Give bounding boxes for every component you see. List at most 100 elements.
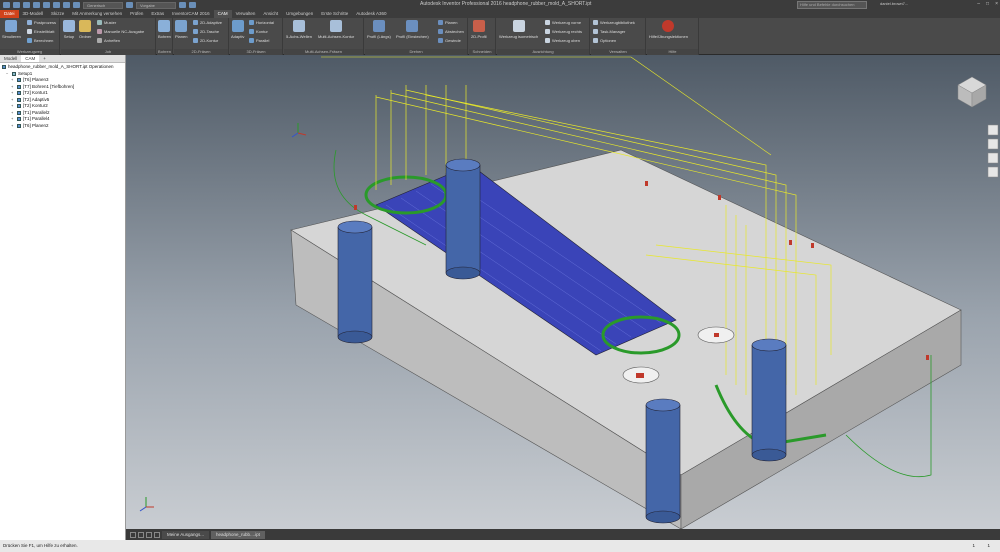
cascade-icon[interactable] (138, 531, 144, 538)
tab-cam[interactable]: CAM (213, 10, 232, 18)
postprozess-button[interactable]: Postprozess (27, 19, 56, 25)
new-file-icon[interactable] (3, 2, 10, 8)
berechnen-button[interactable]: Berechnen (27, 37, 53, 43)
gewinde-button[interactable]: Gewinde (438, 37, 461, 43)
tab-skizze[interactable]: Skizze (47, 10, 68, 18)
2d-profil-button[interactable]: 2D-Profil (471, 20, 487, 39)
facing-icon (175, 20, 188, 32)
window-controls: – □ × (977, 1, 998, 7)
status-text: Drücken Sie F1, um Hilfe zu erhalten. (3, 543, 78, 548)
hilfe-button[interactable]: Hilfe/Übungslektionen (649, 20, 688, 39)
material-dropdown[interactable]: Generisch (83, 1, 123, 9)
post-icon (27, 19, 32, 25)
muster-button[interactable]: Muster (97, 19, 116, 25)
panel-bohren: Bohren Bohren (157, 18, 173, 55)
setup-button[interactable]: Setup (63, 20, 75, 39)
maximize-button[interactable]: □ (986, 1, 989, 7)
werkzeug-isometrisch-button[interactable]: Werkzeug isometrisch (499, 20, 538, 39)
tab-extras[interactable]: Extras (147, 10, 168, 18)
tab-erste-schritte[interactable]: Erste Schritte (317, 10, 352, 18)
werkzeug-oben-button[interactable]: Werkzeug oben (545, 37, 580, 43)
select-icon[interactable] (73, 2, 80, 8)
tab-verwalten[interactable]: Verwalten (232, 10, 260, 18)
partoff-icon (438, 28, 443, 34)
tab-modell[interactable]: Modell (0, 55, 21, 62)
kontur-button[interactable]: Kontur (249, 28, 268, 34)
task-manager-icon (593, 28, 598, 34)
2d-tasche-button[interactable]: 2D-Tasche (193, 28, 219, 34)
doc-tab-home[interactable]: Meine Ausgangs... (162, 530, 210, 539)
redo-icon[interactable] (43, 2, 50, 8)
update-icon[interactable] (63, 2, 70, 8)
tab-ansicht[interactable]: Ansicht (259, 10, 282, 18)
appearance-dropdown[interactable]: Vorgabe (136, 1, 176, 9)
task-manager-button[interactable]: Task-Manager (593, 28, 625, 34)
tab-a360[interactable]: Autodesk A360 (352, 10, 390, 18)
close-button[interactable]: × (995, 1, 998, 7)
manuelle-nc-button[interactable]: Manuelle NC-Ausgabe (97, 28, 144, 34)
profil-laengs-button[interactable]: Profil (Längs) (367, 20, 391, 39)
tab-pruefen[interactable]: Prüfen (126, 10, 147, 18)
cylinder-clamp (645, 398, 681, 524)
optionen-button[interactable]: Optionen (593, 37, 616, 43)
tree-item[interactable]: + [T6] Planen2 (2, 123, 123, 130)
adaptiv-button[interactable]: Adaptiv (231, 20, 244, 39)
navigation-bar (987, 124, 999, 178)
werkzeugbibliothek-button[interactable]: Werkzeugbibliothek (593, 19, 635, 25)
einstellblatt-button[interactable]: Einstellblatt (27, 28, 54, 34)
2d-kontur-button[interactable]: 2D-Kontur (193, 37, 218, 43)
tab-cam-browser[interactable]: CAM (21, 55, 40, 62)
operation-icon (17, 117, 21, 122)
drehen-planen-button[interactable]: Planen (438, 19, 457, 25)
multi-achsen-kontur-button[interactable]: Multi-Achsen-Kontur (318, 20, 354, 39)
doc-tab-part[interactable]: headphone_rubb....ipt (211, 530, 265, 539)
operation-icon (17, 110, 21, 115)
help-search-input[interactable]: Hilfe und Befehle durchsuchen (797, 1, 867, 9)
werkzeug-rechts-button[interactable]: Werkzeug rechts (545, 28, 582, 34)
windows-icon[interactable] (154, 531, 160, 538)
parallel-button[interactable]: Parallel (249, 37, 269, 43)
abstechen-button[interactable]: Abstechen (438, 28, 464, 34)
swarf-icon (292, 20, 305, 32)
planen-button[interactable]: Planen (175, 20, 187, 39)
tab-anmerkung[interactable]: Mit Anmerkung versehen (68, 10, 126, 18)
view-triad (139, 497, 154, 512)
panel-ausrichtung: Werkzeug isometrisch Werkzeug vorne Werk… (497, 18, 590, 55)
werkzeug-vorne-button[interactable]: Werkzeug vorne (545, 19, 581, 25)
document-tabs: Meine Ausgangs... headphone_rubb....ipt (126, 529, 1000, 540)
operation-icon (17, 123, 21, 128)
appearance-icon[interactable] (126, 2, 133, 8)
clear-icon[interactable] (179, 2, 186, 8)
tab-datei[interactable]: Datei (0, 10, 19, 18)
simulate-icon (5, 20, 18, 32)
ordner-button[interactable]: Ordner (79, 20, 91, 39)
tab-umgebungen[interactable]: Umgebungen (282, 10, 317, 18)
user-account[interactable]: daniel.brown7... (880, 1, 908, 6)
2d-adaptive-button[interactable]: 2D-Adaptive (193, 19, 222, 25)
arrange-icon[interactable] (146, 531, 152, 538)
fx-icon[interactable] (189, 2, 196, 8)
generate-icon (27, 37, 32, 43)
horizontal-button[interactable]: Horizontal (249, 19, 274, 25)
panel-schneiden: 2D-Profil Schneiden (469, 18, 496, 55)
tab-3d-modell[interactable]: 3D-Modell (19, 10, 48, 18)
bohren-button[interactable]: Bohren (158, 20, 171, 39)
5-achs-wellen-button[interactable]: 5-Achs-Wellen (286, 20, 312, 39)
tab-inventorcam[interactable]: InventorCAM 2016 (168, 10, 214, 18)
panel-2d-fraesen: Planen 2D-Adaptive 2D-Tasche 2D-Kontur 2… (174, 18, 229, 55)
save-icon[interactable] (23, 2, 30, 8)
ribbon-tabs: Datei 3D-Modell Skizze Mit Anmerkung ver… (0, 10, 1000, 18)
tool-library-icon (593, 19, 598, 25)
anheften-button[interactable]: Anheften (97, 37, 120, 43)
undo-icon[interactable] (33, 2, 40, 8)
tab-add[interactable]: + (39, 55, 50, 62)
iso-view-icon (512, 20, 525, 32)
tile-icon[interactable] (130, 531, 136, 538)
simulieren-button[interactable]: Simulieren (2, 20, 21, 39)
open-file-icon[interactable] (13, 2, 20, 8)
minimize-button[interactable]: – (977, 1, 980, 7)
profil-einstechen-button[interactable]: Profil (Einstechen) (396, 20, 429, 39)
contour-icon (249, 28, 254, 34)
home-icon[interactable] (53, 2, 60, 8)
graphics-viewport[interactable] (126, 55, 1000, 529)
